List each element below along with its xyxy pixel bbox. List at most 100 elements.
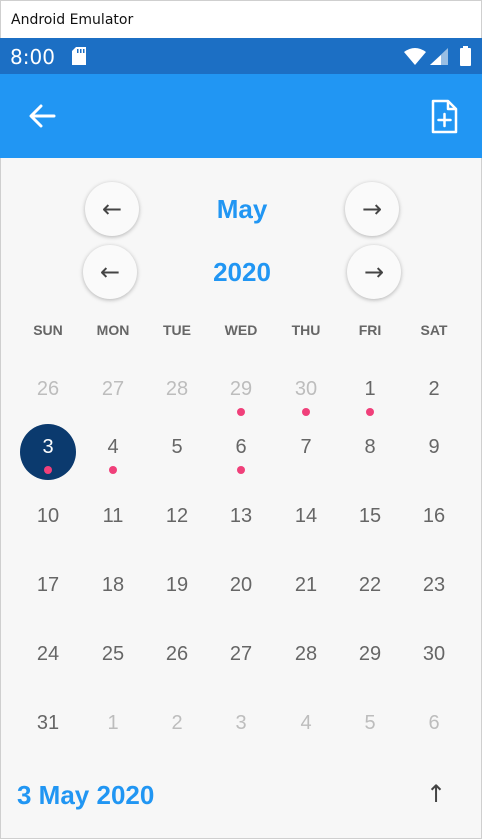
day-number: 10 xyxy=(36,505,60,527)
day-cell[interactable]: 8 xyxy=(338,424,402,484)
selected-date-label: 3 May 2020 xyxy=(17,780,155,810)
day-number: 3 xyxy=(42,436,54,458)
window-titlebar: Android Emulator xyxy=(0,0,482,38)
day-number: 14 xyxy=(294,505,318,527)
add-document-icon xyxy=(424,99,464,142)
day-cell[interactable]: 20 xyxy=(209,562,273,622)
day-cell[interactable]: 7 xyxy=(274,424,338,484)
weekday-sat: SAT xyxy=(420,322,448,338)
day-number: 23 xyxy=(422,574,446,596)
day-number: 12 xyxy=(165,505,189,527)
day-cell[interactable]: 4 xyxy=(81,424,145,484)
day-cell[interactable]: 25 xyxy=(81,631,145,691)
back-button[interactable] xyxy=(22,96,62,136)
day-cell[interactable]: 24 xyxy=(16,631,80,691)
day-cell[interactable]: 11 xyxy=(81,493,145,553)
day-cell[interactable]: 5 xyxy=(145,424,209,484)
day-cell[interactable]: 29 xyxy=(209,366,273,426)
day-number: 18 xyxy=(101,574,125,596)
day-cell[interactable]: 12 xyxy=(145,493,209,553)
day-number: 24 xyxy=(36,643,60,665)
day-number: 26 xyxy=(165,643,189,665)
day-number: 25 xyxy=(101,643,125,665)
day-number: 17 xyxy=(36,574,60,596)
battery-icon xyxy=(460,46,471,71)
day-cell[interactable]: 1 xyxy=(338,366,402,426)
window-title: Android Emulator xyxy=(11,12,134,28)
next-month-button[interactable]: → xyxy=(345,182,399,236)
day-number: 27 xyxy=(229,643,253,665)
day-cell[interactable]: 26 xyxy=(16,366,80,426)
day-number: 1 xyxy=(107,712,119,734)
day-cell[interactable]: 2 xyxy=(402,366,466,426)
day-cell[interactable]: 15 xyxy=(338,493,402,553)
day-number: 21 xyxy=(294,574,318,596)
app-bar xyxy=(0,74,482,158)
prev-month-button[interactable]: ← xyxy=(85,182,139,236)
day-cell[interactable]: 2 xyxy=(145,700,209,760)
weekday-header: SUN MON TUE WED THU FRI SAT xyxy=(16,322,466,342)
day-number: 5 xyxy=(364,712,376,734)
day-cell[interactable]: 6 xyxy=(402,700,466,760)
signal-icon xyxy=(430,48,448,70)
day-number: 4 xyxy=(107,436,119,458)
day-cell[interactable]: 30 xyxy=(274,366,338,426)
day-number: 26 xyxy=(36,378,60,400)
day-cell[interactable]: 22 xyxy=(338,562,402,622)
year-label: 2020 xyxy=(213,257,271,287)
day-cell[interactable]: 27 xyxy=(81,366,145,426)
day-number: 22 xyxy=(358,574,382,596)
day-cell[interactable]: 17 xyxy=(16,562,80,622)
day-cell[interactable]: 28 xyxy=(274,631,338,691)
day-cell[interactable]: 26 xyxy=(145,631,209,691)
day-number: 30 xyxy=(294,378,318,400)
day-cell[interactable]: 3 xyxy=(209,700,273,760)
day-cell[interactable]: 28 xyxy=(145,366,209,426)
weekday-mon: MON xyxy=(96,322,130,338)
sd-card-icon xyxy=(72,47,86,70)
day-number: 19 xyxy=(165,574,189,596)
day-cell[interactable]: 16 xyxy=(402,493,466,553)
event-dot xyxy=(366,408,374,416)
scroll-up-button[interactable]: ↑ xyxy=(421,780,451,814)
wifi-icon xyxy=(404,48,426,70)
next-year-button[interactable]: → xyxy=(347,245,401,299)
day-cell[interactable]: 6 xyxy=(209,424,273,484)
prev-year-button[interactable]: ← xyxy=(83,245,137,299)
add-document-button[interactable] xyxy=(424,94,464,138)
day-cell[interactable]: 19 xyxy=(145,562,209,622)
day-cell[interactable]: 14 xyxy=(274,493,338,553)
calendar-view: ← May → ← 2020 → SUN MON TUE WED THU FRI… xyxy=(0,158,482,839)
day-number: 8 xyxy=(364,436,376,458)
day-number: 1 xyxy=(364,378,376,400)
day-cell[interactable]: 27 xyxy=(209,631,273,691)
day-cell[interactable]: 23 xyxy=(402,562,466,622)
day-cell[interactable]: 5 xyxy=(338,700,402,760)
event-dot xyxy=(237,408,245,416)
day-number: 7 xyxy=(300,436,312,458)
weekday-tue: TUE xyxy=(163,322,191,338)
event-dot xyxy=(109,466,117,474)
day-number: 5 xyxy=(171,436,183,458)
day-cell[interactable]: 21 xyxy=(274,562,338,622)
month-label: May xyxy=(216,194,268,224)
day-cell[interactable]: 30 xyxy=(402,631,466,691)
day-number: 29 xyxy=(358,643,382,665)
day-cell[interactable]: 1 xyxy=(81,700,145,760)
day-cell[interactable]: 29 xyxy=(338,631,402,691)
status-time: 8:00 xyxy=(10,45,55,69)
day-cell[interactable]: 10 xyxy=(16,493,80,553)
back-arrow-icon xyxy=(22,104,62,140)
weekday-sun: SUN xyxy=(33,322,63,338)
day-cell[interactable]: 9 xyxy=(402,424,466,484)
status-bar: 8:00 xyxy=(0,38,482,74)
weekday-fri: FRI xyxy=(358,322,382,338)
day-cell[interactable]: 18 xyxy=(81,562,145,622)
day-cell[interactable]: 4 xyxy=(274,700,338,760)
event-dot xyxy=(302,408,310,416)
day-cell[interactable]: 13 xyxy=(209,493,273,553)
day-number: 31 xyxy=(36,712,60,734)
day-number: 13 xyxy=(229,505,253,527)
day-cell-selected[interactable]: 3 xyxy=(16,424,80,484)
day-cell[interactable]: 31 xyxy=(16,700,80,760)
